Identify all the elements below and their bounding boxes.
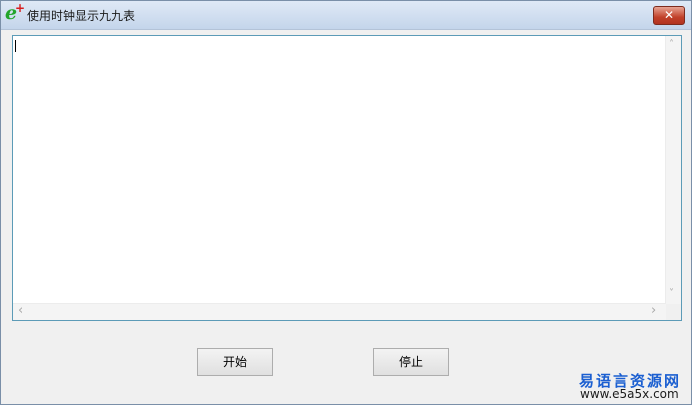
app-icon-plus: + (15, 1, 26, 15)
horizontal-scrollbar[interactable]: ‹ › (13, 303, 666, 320)
close-icon: ✕ (663, 8, 675, 22)
scroll-right-icon[interactable]: › (651, 304, 656, 317)
scrollbar-corner (666, 304, 681, 320)
app-icon: e + (5, 1, 25, 25)
close-button[interactable]: ✕ (653, 6, 685, 25)
app-window: e + 使用时钟显示九九表 ✕ ˄ ˅ ‹ › 开始 停止 易语言资源网 www… (0, 0, 692, 405)
stop-button[interactable]: 停止 (373, 348, 449, 376)
vertical-scrollbar[interactable]: ˄ ˅ (665, 36, 681, 304)
start-button[interactable]: 开始 (197, 348, 273, 376)
watermark-url: www.e5a5x.com (580, 387, 679, 401)
output-textarea[interactable]: ˄ ˅ ‹ › (12, 35, 682, 321)
scroll-down-icon[interactable]: ˅ (669, 289, 674, 299)
title-bar[interactable]: e + 使用时钟显示九九表 ✕ (1, 1, 691, 30)
window-title: 使用时钟显示九九表 (27, 9, 136, 23)
scroll-up-icon[interactable]: ˄ (669, 40, 674, 50)
scroll-left-icon[interactable]: ‹ (18, 304, 23, 317)
text-caret (15, 40, 16, 52)
